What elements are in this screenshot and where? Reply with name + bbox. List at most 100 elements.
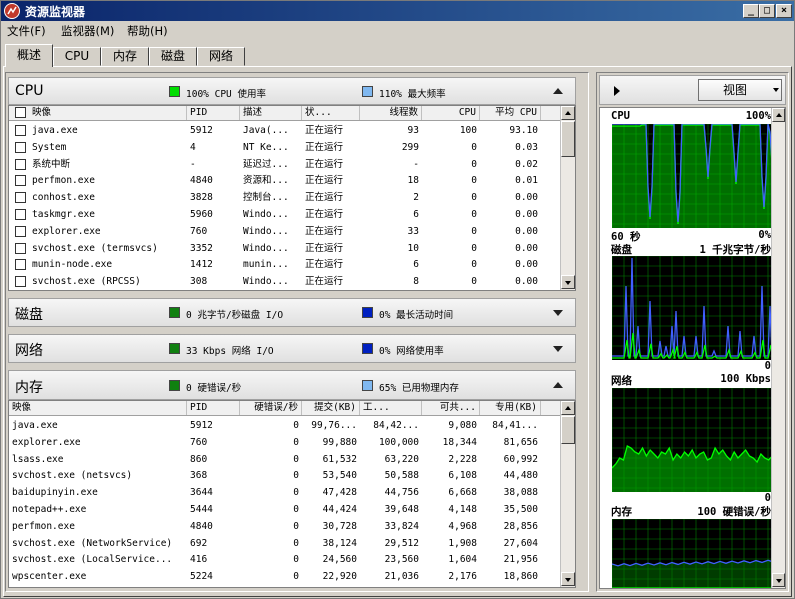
maximize-button[interactable]: □ — [759, 4, 775, 18]
table-cell: 资源和... — [243, 175, 289, 187]
view-dropdown[interactable]: 视图 — [698, 79, 782, 101]
table-row[interactable]: perfmon.exe 4840 资源和... 正在运行 18 0 0.01 — [9, 172, 562, 189]
table-cell: 4,148 — [448, 504, 477, 515]
table-row[interactable]: svchost.exe (netsvcs) 368 0 53,540 50,588 6,1… — [9, 467, 562, 484]
tab-disk[interactable]: 磁盘 — [149, 47, 197, 66]
tab-overview[interactable]: 概述 — [5, 44, 53, 67]
table-cell: 正在运行 — [305, 242, 344, 254]
column-header[interactable]: 可共... — [422, 401, 480, 415]
table-cell: perfmon.exe — [32, 175, 95, 187]
table-row[interactable]: svchost.exe (LocalSystemN...612021,89620… — [9, 585, 562, 587]
scroll-up-button[interactable] — [561, 106, 575, 120]
table-row[interactable]: notepad++.exe 5444 0 44,424 39,648 4,148 35,50… — [9, 501, 562, 518]
table-row[interactable]: svchost.exe (NetworkService) 692 0 38,124 29… — [9, 535, 562, 552]
row-checkbox[interactable] — [15, 158, 26, 170]
close-button[interactable]: × — [776, 4, 792, 18]
column-header[interactable]: 平均 CPU — [480, 106, 541, 120]
scroll-down-button[interactable] — [772, 573, 785, 587]
table-row[interactable]: conhost.exe 3828 控制台... 正在运行 2 0 0.00 — [9, 189, 562, 206]
column-header[interactable]: 线程数 — [360, 106, 422, 120]
table-row[interactable]: wpscenter.exe 5224 0 22,920 21,036 2,176 18,86… — [9, 568, 562, 585]
table-row[interactable]: explorer.exe 760 0 99,880 100,000 18,344 81,65… — [9, 434, 562, 451]
column-header[interactable]: 描述 — [240, 106, 302, 120]
table-row[interactable]: svchost.exe (LocalService... 416 0 24,560 23… — [9, 551, 562, 568]
expand-icon[interactable] — [553, 309, 563, 316]
scroll-down-button[interactable] — [561, 275, 575, 289]
graph-scrollbar[interactable] — [771, 108, 785, 588]
table-cell: 35,500 — [503, 504, 538, 515]
select-all-checkbox[interactable] — [15, 107, 26, 118]
expand-panel-icon[interactable] — [614, 86, 620, 96]
row-checkbox[interactable] — [15, 125, 26, 136]
column-header[interactable]: PID — [187, 401, 240, 415]
menu-file[interactable]: 文件(F) — [7, 23, 46, 39]
table-row[interactable]: munin-node.exe 1412 munin... 正在运行 6 0 0.00 — [9, 256, 562, 273]
table-cell: 84,42... — [373, 420, 419, 431]
scroll-up-button[interactable] — [561, 401, 575, 415]
tab-memory[interactable]: 内存 — [101, 47, 149, 66]
table-row[interactable]: perfmon.exe 4840 0 30,728 33,824 4,968 28,856 — [9, 518, 562, 535]
table-cell: 21,036 — [384, 571, 419, 583]
column-header[interactable]: 映像 — [29, 106, 187, 120]
memory-section-header[interactable]: 内存 0 硬错误/秒 65% 已用物理内存 — [8, 370, 576, 400]
column-header[interactable]: 工... — [360, 401, 422, 415]
menu-monitor[interactable]: 监视器(M) — [61, 23, 114, 39]
table-cell: 44,424 — [322, 504, 357, 515]
table-cell: 正在运行 — [305, 125, 344, 136]
row-checkbox[interactable] — [15, 259, 26, 271]
vertical-scrollbar[interactable] — [560, 106, 575, 290]
table-cell: 20,984 — [480, 585, 541, 587]
table-cell: 63,220 — [384, 453, 419, 465]
table-cell: munin... — [243, 259, 289, 271]
table-row[interactable]: taskmgr.exe 5960 Windo... 正在运行 6 0 0.00 — [9, 206, 562, 223]
row-checkbox[interactable] — [15, 242, 26, 254]
table-cell: 正在运行 — [305, 158, 344, 170]
row-checkbox[interactable] — [15, 276, 26, 288]
row-checkbox[interactable] — [15, 209, 26, 220]
column-header[interactable]: 硬错误/秒 — [240, 401, 302, 415]
minimize-button[interactable]: _ — [743, 4, 759, 18]
table-row[interactable]: System 4 NT Ke... 正在运行 299 0 0.03 — [9, 139, 562, 156]
table-row[interactable]: explorer.exe 760 Windo... 正在运行 33 0 0.00 — [9, 223, 562, 240]
table-row[interactable]: java.exe 5912 Java(... 正在运行 93 100 93.10 — [9, 122, 562, 139]
column-header[interactable]: 状... — [302, 106, 360, 120]
disk-graph-title: 磁盘 — [611, 244, 632, 256]
column-header[interactable]: 提交(KB) — [302, 401, 360, 415]
column-header[interactable]: CPU — [422, 106, 480, 120]
table-row[interactable]: baidupinyin.exe 3644 0 47,428 44,756 6,668 38,… — [9, 484, 562, 501]
row-checkbox[interactable] — [15, 225, 26, 237]
tab-strip: 概述 CPU 内存 磁盘 网络 — [1, 43, 794, 67]
table-row[interactable]: svchost.exe (termsvcs) 3352 Windo... 正在运行 10… — [9, 240, 562, 257]
row-checkbox[interactable] — [15, 141, 26, 153]
table-row[interactable]: 系统中断 - 延迟过... 正在运行 - 0 0.02 — [9, 156, 562, 173]
column-header[interactable]: 映像 — [9, 401, 187, 415]
table-cell: 61,532 — [322, 453, 357, 465]
row-checkbox[interactable] — [15, 175, 26, 187]
scroll-thumb[interactable] — [561, 121, 575, 157]
table-row[interactable]: lsass.exe 860 0 61,532 63,220 2,228 60,992 — [9, 451, 562, 468]
table-row[interactable]: java.exe 5912 0 99,76... 84,42... 9,080 84,41.… — [9, 417, 562, 434]
table-cell: 6,108 — [448, 470, 477, 482]
cpu-section-header[interactable]: CPU 100% CPU 使用率 110% 最大频率 — [8, 77, 576, 105]
tab-network[interactable]: 网络 — [197, 47, 245, 66]
scroll-thumb[interactable] — [561, 416, 575, 444]
column-header[interactable]: PID — [187, 106, 240, 120]
vertical-scrollbar[interactable] — [560, 401, 575, 587]
collapse-icon[interactable] — [553, 88, 563, 94]
scroll-up-button[interactable] — [772, 108, 785, 122]
column-header[interactable]: 专用(KB) — [480, 401, 541, 415]
collapse-icon[interactable] — [553, 382, 563, 388]
table-cell: 44,480 — [503, 470, 538, 482]
scroll-down-button[interactable] — [561, 572, 575, 586]
table-cell: 0.01 — [515, 175, 538, 187]
menu-help[interactable]: 帮助(H) — [127, 23, 168, 39]
tab-cpu[interactable]: CPU — [53, 47, 101, 66]
disk-section-header[interactable]: 磁盘 0 兆字节/秒磁盘 I/O 0% 最长活动时间 — [8, 298, 576, 327]
row-checkbox[interactable] — [15, 192, 26, 204]
network-section-header[interactable]: 网络 33 Kbps 网络 I/O 0% 网络使用率 — [8, 334, 576, 363]
table-row[interactable]: svchost.exe (RPCSS) 308 Windo... 正在运行 8 0 0.00 — [9, 273, 562, 290]
table-cell: 0.00 — [515, 209, 538, 220]
expand-icon[interactable] — [553, 345, 563, 352]
network-io-legend-swatch — [169, 343, 180, 354]
table-cell: - — [413, 158, 419, 170]
